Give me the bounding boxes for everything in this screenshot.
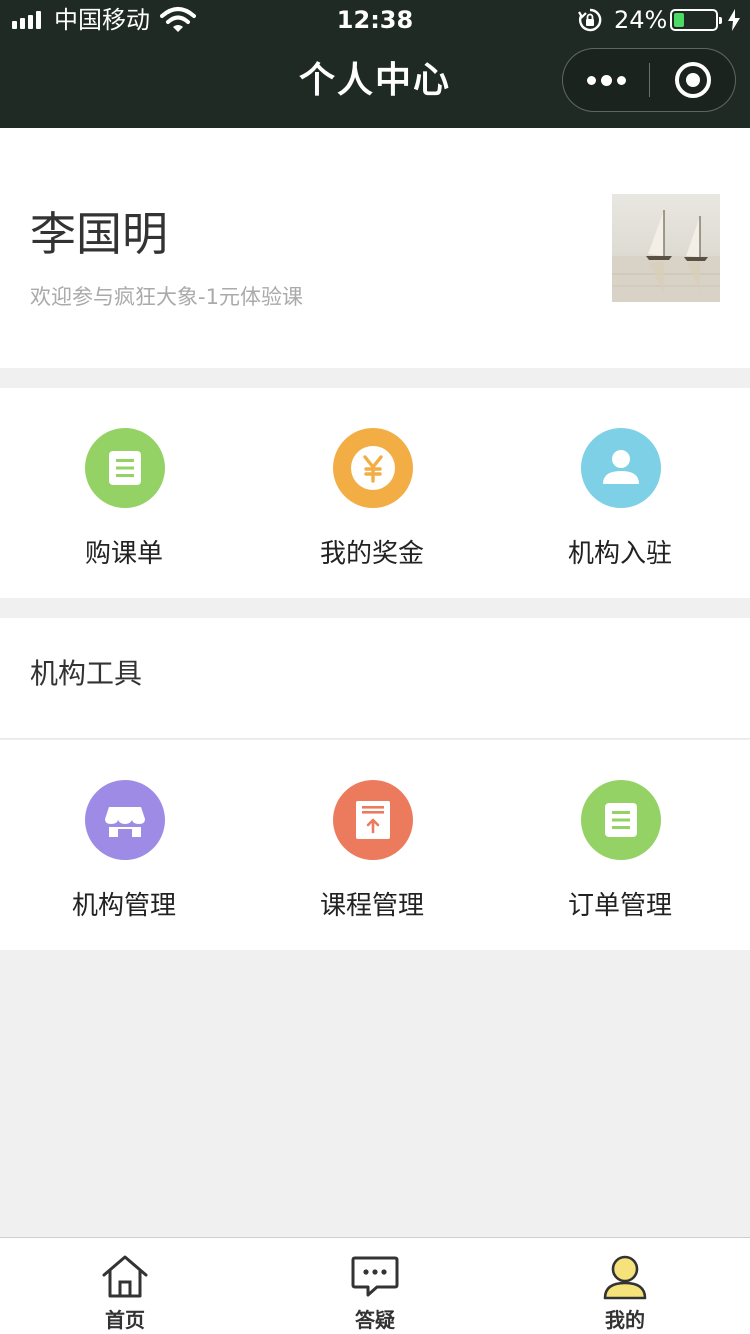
tab-label: 我的: [605, 1308, 645, 1332]
welcome-text: 欢迎参与疯狂大象-1元体验课: [30, 285, 303, 309]
tool-icon-bg: [85, 780, 165, 860]
tool-institution-management[interactable]: 机构管理: [0, 740, 250, 950]
quick-action-institution-join[interactable]: 机构入驻: [496, 388, 746, 598]
tool-icon-bg: [581, 780, 661, 860]
top-bar: 中国移动 12:38 24% 个人中心: [0, 0, 750, 128]
tool-course-management[interactable]: 课程管理: [248, 740, 498, 950]
avatar[interactable]: [612, 194, 720, 302]
user-name: 李国明: [30, 207, 168, 261]
quick-action-icon-bg: [333, 428, 413, 508]
tools-section-header: 机构工具: [0, 618, 750, 739]
close-miniprogram-icon[interactable]: [675, 62, 711, 98]
upload-document-icon: [356, 801, 390, 839]
profile-icon: [603, 1255, 647, 1300]
tab-qa[interactable]: 答疑: [250, 1238, 500, 1334]
tool-icon-bg: [333, 780, 413, 860]
miniprogram-capsule: [562, 48, 736, 112]
tools-section-title: 机构工具: [30, 657, 143, 690]
quick-action-order-list[interactable]: 购课单: [0, 388, 250, 598]
tab-label: 首页: [105, 1308, 145, 1332]
quick-action-my-bonus[interactable]: 我的奖金: [248, 388, 498, 598]
document-icon: [605, 803, 637, 837]
orientation-lock-icon: [578, 8, 602, 32]
tool-order-management[interactable]: 订单管理: [496, 740, 746, 950]
quick-action-label: 机构入驻: [567, 539, 672, 569]
tab-label: 答疑: [355, 1308, 395, 1332]
quick-action-icon-bg: [85, 428, 165, 508]
profile-card[interactable]: 李国明 欢迎参与疯狂大象-1元体验课: [0, 128, 750, 368]
document-icon: [109, 451, 141, 485]
storefront-icon: [105, 807, 145, 837]
quick-action-label: 购课单: [84, 539, 163, 569]
tool-label: 订单管理: [567, 891, 672, 921]
quick-actions-grid: 购课单 我的奖金 机构入驻: [0, 388, 750, 598]
tab-home[interactable]: 首页: [0, 1238, 250, 1334]
user-icon: [603, 450, 639, 484]
tool-label: 机构管理: [71, 891, 176, 921]
capsule-divider: [649, 63, 650, 97]
yuan-coin-icon: [351, 446, 395, 490]
battery-icon: [670, 9, 722, 31]
status-bar: 中国移动 12:38 24%: [0, 0, 750, 40]
charging-icon: [728, 9, 740, 31]
tab-mine[interactable]: 我的: [500, 1238, 750, 1334]
battery-fill: [674, 13, 684, 27]
home-icon: [102, 1255, 148, 1298]
more-icon[interactable]: [563, 49, 649, 111]
quick-action-label: 我的奖金: [319, 539, 424, 569]
chat-bubble-icon: [351, 1256, 399, 1297]
sailboats-photo: [612, 210, 720, 302]
quick-action-icon-bg: [581, 428, 661, 508]
tab-bar: 首页 答疑 我的: [0, 1237, 750, 1334]
tool-label: 课程管理: [319, 891, 424, 921]
battery-percent: 24%: [614, 6, 668, 34]
tools-grid: 机构管理 课程管理 订单管理: [0, 740, 750, 950]
